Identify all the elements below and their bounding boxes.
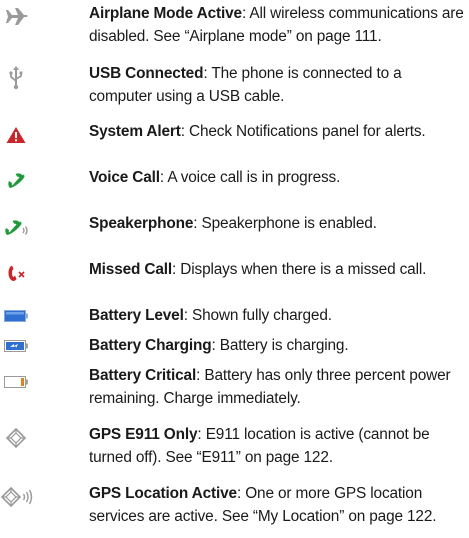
speakerphone-icon	[3, 215, 31, 239]
usb-icon	[2, 66, 30, 90]
list-item-text: System Alert: Check Notifications panel …	[89, 120, 467, 143]
item-term: Missed Call	[89, 261, 173, 278]
system-alert-icon	[2, 123, 30, 147]
list-item-text: GPS E911 Only: E911 location is active (…	[89, 423, 467, 469]
list-item-text: GPS Location Active: One or more GPS loc…	[89, 482, 467, 528]
gps-location-active-icon	[1, 485, 35, 509]
list-item-text: Battery Level: Shown fully charged.	[89, 304, 467, 327]
list-item-text: Battery Charging: Battery is charging.	[89, 334, 467, 357]
voice-call-icon	[2, 169, 30, 193]
battery-level-icon	[2, 304, 30, 328]
term-separator: :	[236, 485, 246, 502]
item-term: Battery Charging	[89, 337, 212, 354]
item-description: Check Notifications panel for alerts.	[189, 123, 426, 140]
item-term: Airplane Mode Active	[89, 5, 242, 22]
battery-critical-icon	[2, 370, 30, 394]
gps-e911-icon	[2, 426, 30, 450]
list-item-text: Speakerphone: Speakerphone is enabled.	[89, 212, 467, 235]
list-item-text: Airplane Mode Active: All wireless commu…	[89, 2, 467, 48]
item-description: Shown fully charged.	[191, 307, 332, 324]
item-term: System Alert	[89, 123, 181, 140]
item-term: Speakerphone	[89, 215, 194, 232]
term-separator: :	[183, 307, 192, 324]
item-term: Voice Call	[89, 169, 160, 186]
airplane-icon	[2, 5, 30, 29]
item-description: Battery is charging.	[219, 337, 349, 354]
battery-charging-icon	[2, 334, 30, 358]
term-separator: :	[193, 215, 202, 232]
term-separator: :	[211, 337, 220, 354]
term-separator: :	[197, 426, 206, 443]
item-description: Displays when there is a missed call.	[180, 261, 427, 278]
term-separator: :	[180, 123, 189, 140]
item-term: Battery Critical	[89, 367, 197, 384]
item-term: GPS E911 Only	[89, 426, 198, 443]
list-item-text: Voice Call: A voice call is in progress.	[89, 166, 467, 189]
list-item-text: Missed Call: Displays when there is a mi…	[89, 258, 467, 281]
item-term: USB Connected	[89, 65, 204, 82]
list-item-text: Battery Critical: Battery has only three…	[89, 364, 467, 410]
list-item-text: USB Connected: The phone is connected to…	[89, 62, 467, 108]
missed-call-icon	[2, 261, 30, 285]
item-term: GPS Location Active	[89, 485, 237, 502]
item-description: A voice call is in progress.	[167, 169, 341, 186]
item-term: Battery Level	[89, 307, 184, 324]
item-description: Speakerphone is enabled.	[201, 215, 377, 232]
